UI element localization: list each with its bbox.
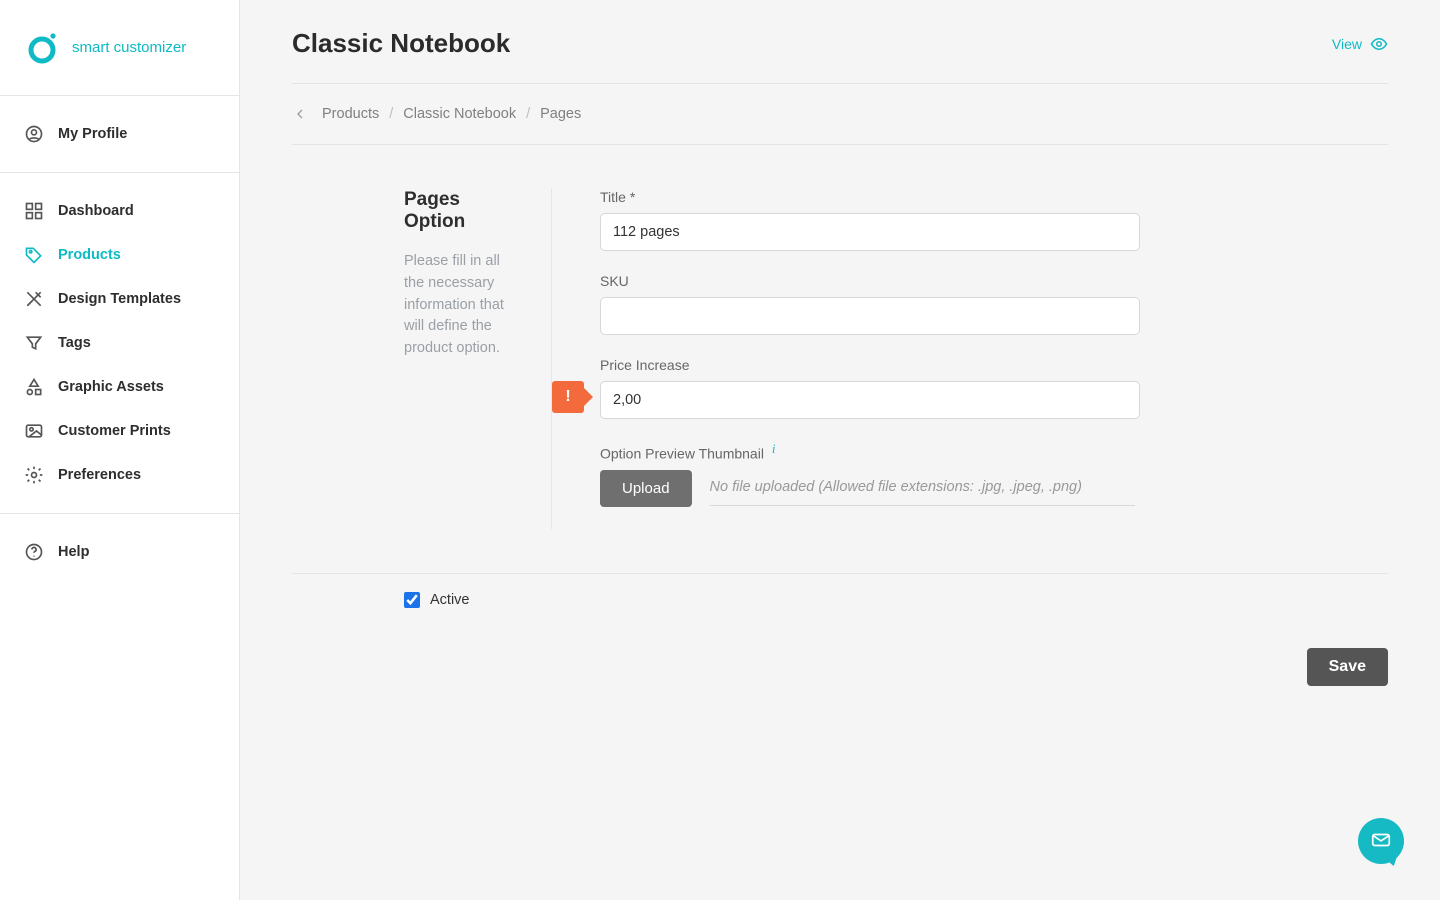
save-row: Save — [292, 648, 1388, 686]
sidebar: smart customizer My Profile — [0, 0, 240, 900]
sidebar-item-label: My Profile — [58, 126, 127, 142]
tag-icon — [24, 245, 44, 265]
nav-section-main: Dashboard Products Design Templates — [0, 173, 239, 514]
sidebar-item-graphic-assets[interactable]: Graphic Assets — [0, 365, 239, 409]
breadcrumb-back-icon[interactable] — [292, 106, 308, 122]
view-link[interactable]: View — [1332, 35, 1388, 53]
upload-status-text: No file uploaded (Allowed file extension… — [710, 471, 1135, 506]
sidebar-item-label: Preferences — [58, 467, 141, 483]
main-content: Classic Notebook View Products / Classic… — [240, 0, 1440, 900]
sidebar-item-design-templates[interactable]: Design Templates — [0, 277, 239, 321]
breadcrumb-item-products[interactable]: Products — [322, 106, 379, 122]
sidebar-item-label: Design Templates — [58, 291, 181, 307]
field-title: Title * — [600, 189, 1140, 251]
breadcrumb: Products / Classic Notebook / Pages — [292, 84, 1388, 145]
panel-info: Pages Option Please fill in all the nece… — [292, 189, 552, 529]
page-title: Classic Notebook — [292, 28, 510, 59]
brand-logo-icon — [24, 30, 60, 66]
active-checkbox[interactable] — [404, 592, 420, 608]
design-tools-icon — [24, 289, 44, 309]
image-icon — [24, 421, 44, 441]
nav-section-help: Help — [0, 514, 239, 590]
filter-icon — [24, 333, 44, 353]
warning-flag-icon: ! — [552, 381, 584, 413]
option-panel: Pages Option Please fill in all the nece… — [292, 145, 1388, 574]
view-link-label: View — [1332, 36, 1362, 52]
help-icon — [24, 542, 44, 562]
sidebar-item-label: Dashboard — [58, 203, 134, 219]
sidebar-item-label: Customer Prints — [58, 423, 171, 439]
sidebar-item-preferences[interactable]: Preferences — [0, 453, 239, 497]
sidebar-item-customer-prints[interactable]: Customer Prints — [0, 409, 239, 453]
panel-form: Title * SKU Price Increase ! Op — [552, 189, 1388, 529]
sidebar-item-help[interactable]: Help — [0, 530, 239, 574]
active-row: Active — [292, 574, 1388, 608]
field-thumbnail: Option Preview Thumbnail i Upload No fil… — [600, 441, 1388, 507]
title-label: Title * — [600, 189, 1140, 205]
upload-button[interactable]: Upload — [600, 470, 692, 507]
breadcrumb-item-pages[interactable]: Pages — [540, 106, 581, 122]
shapes-icon — [24, 377, 44, 397]
nav-section-profile: My Profile — [0, 96, 239, 173]
sku-label: SKU — [600, 273, 1140, 289]
breadcrumb-item-classic-notebook[interactable]: Classic Notebook — [403, 106, 516, 122]
title-input[interactable] — [600, 213, 1140, 251]
sidebar-item-products[interactable]: Products — [0, 233, 239, 277]
sidebar-item-tags[interactable]: Tags — [0, 321, 239, 365]
price-label: Price Increase — [600, 357, 1140, 373]
save-button[interactable]: Save — [1307, 648, 1388, 686]
user-circle-icon — [24, 124, 44, 144]
field-sku: SKU — [600, 273, 1140, 335]
gear-icon — [24, 465, 44, 485]
chat-fab[interactable]: 線……… — [1358, 818, 1404, 864]
sidebar-item-dashboard[interactable]: Dashboard — [0, 189, 239, 233]
page-header: Classic Notebook View — [292, 28, 1388, 84]
sidebar-item-my-profile[interactable]: My Profile — [0, 112, 239, 156]
mail-icon: 線……… — [1370, 829, 1392, 854]
thumbnail-label-text: Option Preview Thumbnail — [600, 446, 764, 462]
active-label[interactable]: Active — [430, 592, 470, 608]
panel-heading: Pages Option — [404, 189, 521, 233]
thumbnail-label: Option Preview Thumbnail i — [600, 441, 1388, 462]
sidebar-item-label: Products — [58, 247, 121, 263]
sidebar-item-label: Graphic Assets — [58, 379, 164, 395]
sidebar-item-label: Help — [58, 544, 89, 560]
dashboard-icon — [24, 201, 44, 221]
brand-block: smart customizer — [0, 0, 239, 96]
brand-name: smart customizer — [72, 39, 186, 56]
sidebar-item-label: Tags — [58, 335, 91, 351]
breadcrumb-separator: / — [389, 106, 393, 122]
sku-input[interactable] — [600, 297, 1140, 335]
field-price-increase: Price Increase ! — [600, 357, 1140, 419]
info-icon[interactable]: i — [772, 441, 776, 456]
eye-icon — [1370, 35, 1388, 53]
breadcrumb-separator: / — [526, 106, 530, 122]
panel-description: Please fill in all the necessary informa… — [404, 251, 521, 360]
price-input[interactable] — [600, 381, 1140, 419]
